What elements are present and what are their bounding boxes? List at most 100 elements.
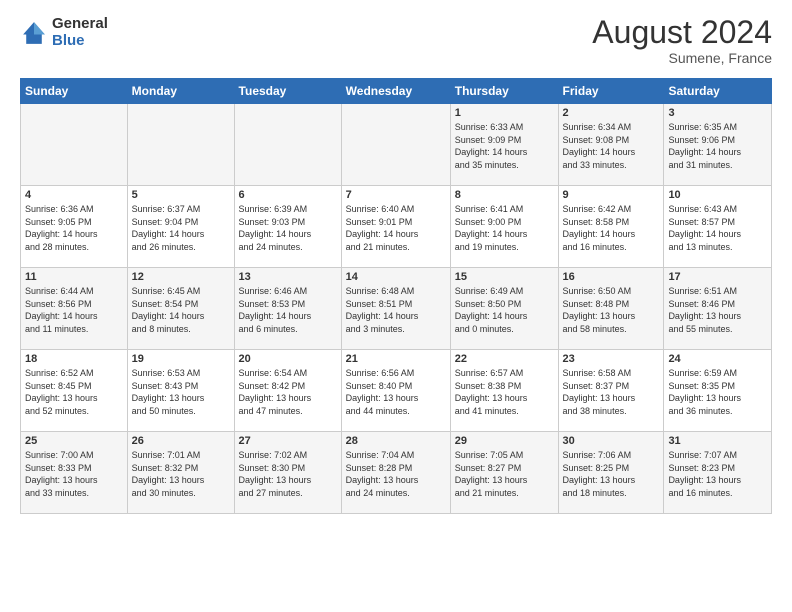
day-info: Sunrise: 6:52 AM Sunset: 8:45 PM Dayligh… <box>25 367 123 417</box>
header-day-tuesday: Tuesday <box>234 79 341 104</box>
calendar-body: 1 Sunrise: 6:33 AM Sunset: 9:09 PM Daylig… <box>21 104 772 514</box>
day-info: Sunrise: 6:59 AM Sunset: 8:35 PM Dayligh… <box>668 367 767 417</box>
calendar-cell: 1 Sunrise: 6:33 AM Sunset: 9:09 PM Daylig… <box>450 104 558 186</box>
day-info: Sunrise: 6:33 AM Sunset: 9:09 PM Dayligh… <box>455 121 554 171</box>
week-row-4: 18 Sunrise: 6:52 AM Sunset: 8:45 PM Dayli… <box>21 350 772 432</box>
calendar-cell: 18 Sunrise: 6:52 AM Sunset: 8:45 PM Dayli… <box>21 350 128 432</box>
day-info: Sunrise: 6:53 AM Sunset: 8:43 PM Dayligh… <box>132 367 230 417</box>
day-number: 28 <box>346 435 446 447</box>
day-info: Sunrise: 7:01 AM Sunset: 8:32 PM Dayligh… <box>132 449 230 499</box>
day-number: 15 <box>455 271 554 283</box>
calendar-cell: 22Sunrise: 6:57 AM Sunset: 8:38 PM Dayli… <box>450 350 558 432</box>
day-number: 3 <box>668 107 767 119</box>
day-info: Sunrise: 6:58 AM Sunset: 8:37 PM Dayligh… <box>563 367 660 417</box>
calendar-cell <box>341 104 450 186</box>
logo-text: General Blue <box>52 16 108 49</box>
day-info: Sunrise: 6:51 AM Sunset: 8:46 PM Dayligh… <box>668 285 767 335</box>
calendar-cell: 13Sunrise: 6:46 AM Sunset: 8:53 PM Dayli… <box>234 268 341 350</box>
day-number: 8 <box>455 189 554 201</box>
page-container: General Blue August 2024 Sumene, France … <box>0 0 792 526</box>
week-row-5: 25 Sunrise: 7:00 AM Sunset: 8:33 PM Dayli… <box>21 432 772 514</box>
day-number: 9 <box>563 189 660 201</box>
day-number: 19 <box>132 353 230 365</box>
calendar-cell: 28 Sunrise: 7:04 AM Sunset: 8:28 PM Dayli… <box>341 432 450 514</box>
logo-general: General <box>52 16 108 33</box>
week-row-1: 1 Sunrise: 6:33 AM Sunset: 9:09 PM Daylig… <box>21 104 772 186</box>
calendar-cell: 21Sunrise: 6:56 AM Sunset: 8:40 PM Dayli… <box>341 350 450 432</box>
location: Sumene, France <box>592 50 772 66</box>
calendar-cell <box>234 104 341 186</box>
day-info: Sunrise: 6:40 AM Sunset: 9:01 PM Dayligh… <box>346 203 446 253</box>
day-info: Sunrise: 6:41 AM Sunset: 9:00 PM Dayligh… <box>455 203 554 253</box>
header-day-wednesday: Wednesday <box>341 79 450 104</box>
calendar-cell: 24Sunrise: 6:59 AM Sunset: 8:35 PM Dayli… <box>664 350 772 432</box>
calendar-cell: 5Sunrise: 6:37 AM Sunset: 9:04 PM Daylig… <box>127 186 234 268</box>
day-number: 4 <box>25 189 123 201</box>
calendar-cell: 27 Sunrise: 7:02 AM Sunset: 8:30 PM Dayli… <box>234 432 341 514</box>
title-section: August 2024 Sumene, France <box>592 16 772 66</box>
day-info: Sunrise: 7:04 AM Sunset: 8:28 PM Dayligh… <box>346 449 446 499</box>
day-number: 10 <box>668 189 767 201</box>
day-info: Sunrise: 6:49 AM Sunset: 8:50 PM Dayligh… <box>455 285 554 335</box>
month-title: August 2024 <box>592 16 772 48</box>
day-number: 26 <box>132 435 230 447</box>
day-number: 12 <box>132 271 230 283</box>
logo-blue: Blue <box>52 33 108 50</box>
day-info: Sunrise: 7:06 AM Sunset: 8:25 PM Dayligh… <box>563 449 660 499</box>
day-info: Sunrise: 7:07 AM Sunset: 8:23 PM Dayligh… <box>668 449 767 499</box>
day-number: 23 <box>563 353 660 365</box>
day-number: 20 <box>239 353 337 365</box>
calendar-cell: 11Sunrise: 6:44 AM Sunset: 8:56 PM Dayli… <box>21 268 128 350</box>
calendar-cell: 29Sunrise: 7:05 AM Sunset: 8:27 PM Dayli… <box>450 432 558 514</box>
day-info: Sunrise: 6:48 AM Sunset: 8:51 PM Dayligh… <box>346 285 446 335</box>
day-number: 7 <box>346 189 446 201</box>
calendar-cell: 3 Sunrise: 6:35 AM Sunset: 9:06 PM Daylig… <box>664 104 772 186</box>
day-info: Sunrise: 6:43 AM Sunset: 8:57 PM Dayligh… <box>668 203 767 253</box>
day-number: 18 <box>25 353 123 365</box>
header-day-thursday: Thursday <box>450 79 558 104</box>
header-day-monday: Monday <box>127 79 234 104</box>
day-number: 25 <box>25 435 123 447</box>
calendar-cell: 9Sunrise: 6:42 AM Sunset: 8:58 PM Daylig… <box>558 186 664 268</box>
header-day-sunday: Sunday <box>21 79 128 104</box>
day-number: 5 <box>132 189 230 201</box>
day-info: Sunrise: 6:35 AM Sunset: 9:06 PM Dayligh… <box>668 121 767 171</box>
week-row-2: 4 Sunrise: 6:36 AM Sunset: 9:05 PM Daylig… <box>21 186 772 268</box>
calendar-cell: 26 Sunrise: 7:01 AM Sunset: 8:32 PM Dayli… <box>127 432 234 514</box>
calendar-cell: 20 Sunrise: 6:54 AM Sunset: 8:42 PM Dayli… <box>234 350 341 432</box>
day-number: 27 <box>239 435 337 447</box>
day-info: Sunrise: 7:05 AM Sunset: 8:27 PM Dayligh… <box>455 449 554 499</box>
calendar-cell: 14 Sunrise: 6:48 AM Sunset: 8:51 PM Dayli… <box>341 268 450 350</box>
day-number: 6 <box>239 189 337 201</box>
day-number: 1 <box>455 107 554 119</box>
day-number: 22 <box>455 353 554 365</box>
day-info: Sunrise: 6:50 AM Sunset: 8:48 PM Dayligh… <box>563 285 660 335</box>
calendar-cell: 8 Sunrise: 6:41 AM Sunset: 9:00 PM Daylig… <box>450 186 558 268</box>
day-info: Sunrise: 7:00 AM Sunset: 8:33 PM Dayligh… <box>25 449 123 499</box>
day-number: 11 <box>25 271 123 283</box>
day-number: 17 <box>668 271 767 283</box>
calendar-cell: 16Sunrise: 6:50 AM Sunset: 8:48 PM Dayli… <box>558 268 664 350</box>
calendar-cell: 12 Sunrise: 6:45 AM Sunset: 8:54 PM Dayli… <box>127 268 234 350</box>
day-number: 30 <box>563 435 660 447</box>
day-number: 2 <box>563 107 660 119</box>
day-info: Sunrise: 6:56 AM Sunset: 8:40 PM Dayligh… <box>346 367 446 417</box>
day-info: Sunrise: 6:45 AM Sunset: 8:54 PM Dayligh… <box>132 285 230 335</box>
day-number: 14 <box>346 271 446 283</box>
calendar-cell: 7 Sunrise: 6:40 AM Sunset: 9:01 PM Daylig… <box>341 186 450 268</box>
header-day-saturday: Saturday <box>664 79 772 104</box>
day-info: Sunrise: 6:54 AM Sunset: 8:42 PM Dayligh… <box>239 367 337 417</box>
logo: General Blue <box>20 16 108 49</box>
logo-icon <box>20 19 48 47</box>
week-row-3: 11Sunrise: 6:44 AM Sunset: 8:56 PM Dayli… <box>21 268 772 350</box>
calendar-cell: 15 Sunrise: 6:49 AM Sunset: 8:50 PM Dayli… <box>450 268 558 350</box>
calendar-cell: 4 Sunrise: 6:36 AM Sunset: 9:05 PM Daylig… <box>21 186 128 268</box>
calendar-cell: 2Sunrise: 6:34 AM Sunset: 9:08 PM Daylig… <box>558 104 664 186</box>
day-info: Sunrise: 6:36 AM Sunset: 9:05 PM Dayligh… <box>25 203 123 253</box>
calendar-cell: 25 Sunrise: 7:00 AM Sunset: 8:33 PM Dayli… <box>21 432 128 514</box>
calendar-cell: 6Sunrise: 6:39 AM Sunset: 9:03 PM Daylig… <box>234 186 341 268</box>
day-info: Sunrise: 7:02 AM Sunset: 8:30 PM Dayligh… <box>239 449 337 499</box>
calendar-cell: 23 Sunrise: 6:58 AM Sunset: 8:37 PM Dayli… <box>558 350 664 432</box>
calendar-cell: 30 Sunrise: 7:06 AM Sunset: 8:25 PM Dayli… <box>558 432 664 514</box>
calendar-cell <box>21 104 128 186</box>
